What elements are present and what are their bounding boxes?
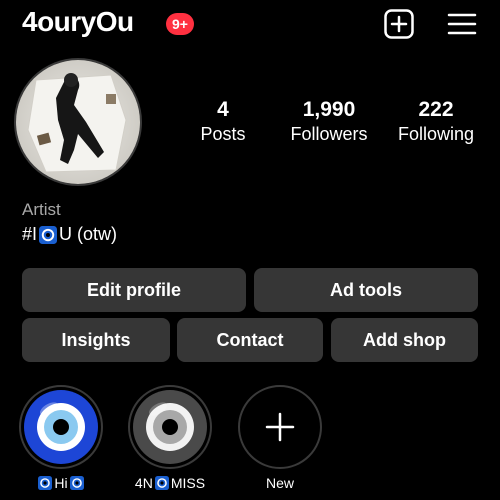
create-button[interactable] (383, 8, 415, 40)
plus-icon (265, 412, 295, 442)
posts-label: Posts (200, 124, 246, 144)
hamburger-menu-icon (447, 13, 477, 35)
followers-stat[interactable]: 1,990 Followers (282, 98, 376, 145)
menu-button[interactable] (446, 8, 478, 40)
highlight-label-prefix: 4N (134, 475, 153, 491)
contact-button[interactable]: Contact (177, 318, 323, 362)
highlight-label: New (265, 475, 294, 491)
posts-stat[interactable]: 4 Posts (193, 98, 253, 145)
followers-count: 1,990 (302, 98, 356, 121)
avatar[interactable] (14, 58, 142, 186)
following-stat[interactable]: 222 Following (392, 98, 480, 145)
blue-evil-eye-icon (24, 390, 98, 464)
following-label: Following (397, 124, 475, 144)
new-highlight-button[interactable]: New (238, 385, 322, 491)
evil-eye-icon (69, 476, 84, 490)
notification-badge[interactable]: 9+ (166, 13, 194, 35)
evil-eye-icon (154, 476, 169, 490)
story-highlight[interactable]: 4N MISS (128, 385, 212, 491)
ad-tools-button[interactable]: Ad tools (254, 268, 478, 312)
edit-profile-button[interactable]: Edit profile (22, 268, 246, 312)
evil-eye-icon (38, 476, 53, 490)
top-bar: 4ouryOu 9+ (0, 0, 500, 52)
username[interactable]: 4ouryOu (22, 6, 134, 38)
highlight-label: 4N MISS (128, 475, 212, 491)
highlight-label-suffix: MISS (170, 475, 206, 491)
story-highlight[interactable]: Hi (19, 385, 103, 491)
profile-bio: #I U (otw) (22, 224, 117, 245)
plus-square-icon (384, 9, 414, 39)
following-count: 222 (418, 98, 454, 121)
add-shop-button[interactable]: Add shop (331, 318, 478, 362)
profile-photo (16, 60, 140, 184)
highlight-cover (19, 385, 103, 469)
insights-button[interactable]: Insights (22, 318, 170, 362)
highlight-cover (238, 385, 322, 469)
highlight-cover (128, 385, 212, 469)
evil-eye-icon (39, 225, 58, 244)
followers-label: Followers (290, 124, 368, 144)
gray-evil-eye-icon (133, 390, 207, 464)
bio-prefix: #I (22, 224, 38, 244)
posts-count: 4 (217, 98, 229, 121)
bio-suffix: U (otw) (59, 224, 118, 244)
highlight-label-text: Hi (54, 475, 68, 491)
highlight-label: Hi (19, 475, 103, 491)
profile-category: Artist (22, 200, 61, 219)
